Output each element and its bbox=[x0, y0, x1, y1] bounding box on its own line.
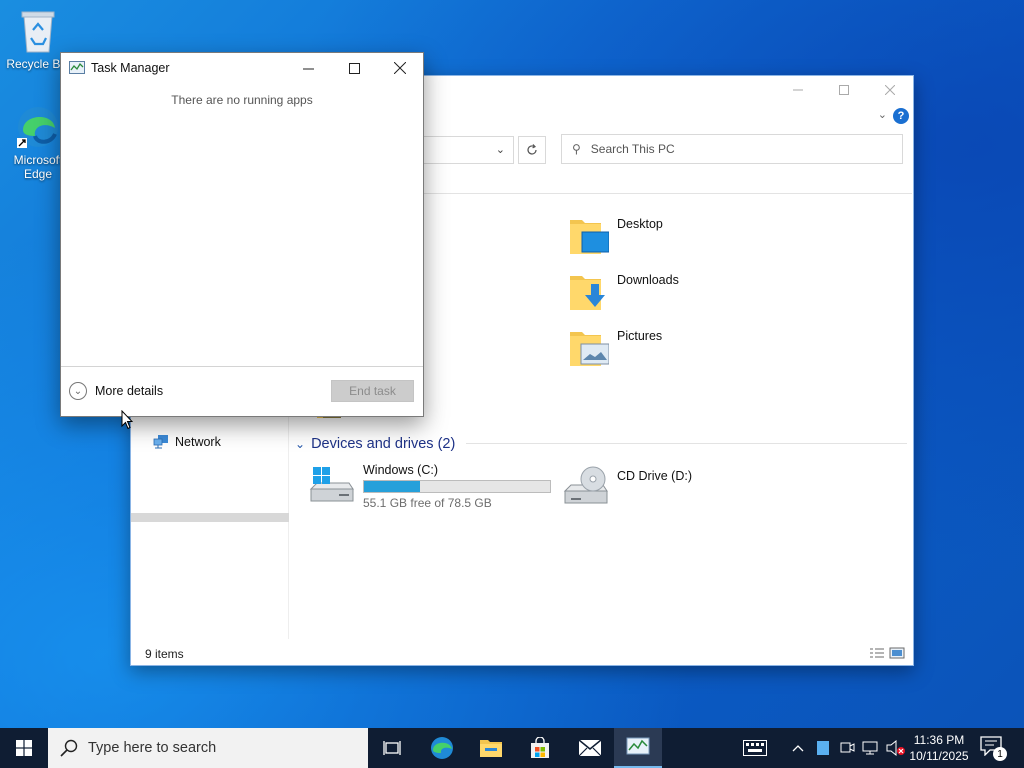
folder-label: Downloads bbox=[617, 273, 679, 287]
status-bar-item-count: 9 items bbox=[145, 647, 184, 661]
nav-item-label: Network bbox=[175, 435, 221, 449]
explorer-close-button[interactable] bbox=[867, 76, 913, 104]
drive-usage-bar bbox=[363, 480, 551, 493]
collapse-chevron-icon[interactable]: ⌄ bbox=[295, 437, 305, 451]
store-icon bbox=[531, 737, 549, 758]
section-divider bbox=[466, 443, 907, 444]
end-task-button[interactable]: End task bbox=[331, 380, 414, 402]
clock-date: 10/11/2025 bbox=[909, 749, 969, 763]
desktop-folder-icon bbox=[570, 220, 609, 254]
window-title: Task Manager bbox=[91, 61, 170, 75]
keyboard-icon bbox=[743, 740, 767, 756]
nav-selected-item[interactable] bbox=[131, 513, 289, 522]
minimize-icon bbox=[793, 89, 803, 91]
desktop-icon-label: Microsoft Edge bbox=[13, 153, 63, 181]
drive-usage-fill bbox=[364, 481, 420, 492]
taskbar: Type here to search 11:36 PM 10/11/2025 … bbox=[0, 728, 1024, 768]
windows-logo-icon bbox=[16, 740, 32, 756]
network-status-icon[interactable] bbox=[861, 738, 881, 758]
folder-label: Desktop bbox=[617, 217, 663, 231]
view-toggle-group[interactable] bbox=[869, 647, 905, 659]
drive-d[interactable]: CD Drive (D:) bbox=[563, 465, 692, 509]
tray-app-icon[interactable] bbox=[815, 738, 831, 758]
drive-name: Windows (C:) bbox=[363, 463, 439, 477]
tray-meet-now-icon[interactable] bbox=[838, 738, 856, 758]
recycle-bin-icon bbox=[21, 11, 55, 53]
devices-section-header[interactable]: ⌄ Devices and drives (2) bbox=[295, 436, 455, 452]
notification-count-badge: 1 bbox=[993, 747, 1007, 761]
task-manager-window[interactable]: Task Manager There are no running apps ⌄… bbox=[60, 52, 424, 417]
refresh-button[interactable] bbox=[518, 136, 546, 164]
volume-muted-icon[interactable] bbox=[885, 738, 907, 758]
search-input[interactable]: ⚲ Search This PC bbox=[561, 134, 903, 164]
maximize-icon bbox=[348, 62, 360, 74]
details-view-icon[interactable] bbox=[869, 647, 885, 659]
pictures-folder-icon bbox=[570, 332, 609, 366]
taskbar-task-manager-button[interactable] bbox=[614, 728, 662, 768]
task-manager-close-button[interactable] bbox=[377, 53, 423, 83]
keyboard-input-indicator-icon[interactable] bbox=[742, 738, 768, 758]
drive-c[interactable]: Windows (C:) 55.1 GB free of 78.5 GB bbox=[309, 463, 551, 510]
refresh-icon bbox=[527, 144, 537, 155]
edge-icon bbox=[17, 107, 58, 148]
taskbar-mail-button[interactable] bbox=[566, 728, 614, 768]
folder-label: Pictures bbox=[617, 329, 663, 343]
taskbar-clock[interactable]: 11:36 PM 10/11/2025 bbox=[905, 732, 973, 764]
folder-icon bbox=[480, 740, 502, 757]
more-details-button[interactable]: ⌄ More details bbox=[69, 382, 163, 400]
folder-pictures[interactable]: Pictures bbox=[569, 326, 662, 368]
help-button[interactable]: ? bbox=[893, 108, 909, 124]
mail-icon bbox=[578, 739, 602, 757]
cd-drive-icon bbox=[563, 466, 608, 504]
taskbar-edge-button[interactable] bbox=[418, 728, 466, 768]
close-icon bbox=[885, 85, 895, 95]
ribbon-expand-chevron-icon[interactable]: ⌄ bbox=[878, 108, 887, 121]
address-dropdown-chevron-icon[interactable]: ⌄ bbox=[496, 143, 505, 156]
mouse-pointer-icon bbox=[121, 410, 133, 430]
no-apps-message: There are no running apps bbox=[171, 93, 313, 107]
search-placeholder: Search This PC bbox=[590, 142, 675, 156]
downloads-folder-icon bbox=[570, 276, 605, 310]
explorer-maximize-button[interactable] bbox=[821, 76, 867, 104]
task-manager-minimize-button[interactable] bbox=[285, 53, 331, 83]
folder-desktop[interactable]: Desktop bbox=[569, 214, 663, 256]
taskbar-search-box[interactable]: Type here to search bbox=[48, 728, 368, 768]
task-manager-icon bbox=[69, 61, 85, 74]
content-divider bbox=[424, 193, 912, 194]
expand-chevron-icon: ⌄ bbox=[69, 382, 87, 400]
close-icon bbox=[394, 62, 406, 74]
clock-time: 11:36 PM bbox=[913, 733, 965, 747]
task-view-button[interactable] bbox=[368, 728, 416, 768]
taskbar-store-button[interactable] bbox=[516, 728, 564, 768]
drive-free-space: 55.1 GB free of 78.5 GB bbox=[363, 496, 492, 510]
show-hidden-icons-chevron-icon[interactable] bbox=[790, 738, 806, 758]
section-title: Devices and drives (2) bbox=[311, 436, 456, 452]
task-manager-titlebar[interactable]: Task Manager bbox=[69, 61, 170, 75]
minimize-icon bbox=[302, 68, 314, 69]
task-manager-maximize-button[interactable] bbox=[331, 53, 377, 83]
search-icon bbox=[60, 739, 78, 757]
taskbar-file-explorer-button[interactable] bbox=[467, 728, 515, 768]
more-details-label: More details bbox=[95, 384, 164, 398]
folder-downloads[interactable]: Downloads bbox=[569, 270, 679, 312]
maximize-icon bbox=[839, 85, 849, 95]
task-view-icon bbox=[383, 741, 401, 755]
nav-item-network[interactable]: Network bbox=[153, 435, 221, 449]
windows-drive-icon bbox=[309, 467, 354, 502]
task-manager-footer: ⌄ More details End task bbox=[61, 366, 423, 416]
drive-name: CD Drive (D:) bbox=[617, 469, 692, 483]
large-icons-view-icon[interactable] bbox=[889, 647, 905, 659]
taskbar-search-placeholder: Type here to search bbox=[88, 740, 217, 756]
task-manager-icon bbox=[626, 737, 650, 755]
edge-icon bbox=[431, 737, 453, 759]
network-icon bbox=[153, 435, 168, 449]
start-button[interactable] bbox=[0, 728, 48, 768]
action-center-button[interactable]: 1 bbox=[980, 736, 1010, 761]
explorer-minimize-button[interactable] bbox=[775, 76, 821, 104]
search-icon: ⚲ bbox=[572, 142, 581, 156]
